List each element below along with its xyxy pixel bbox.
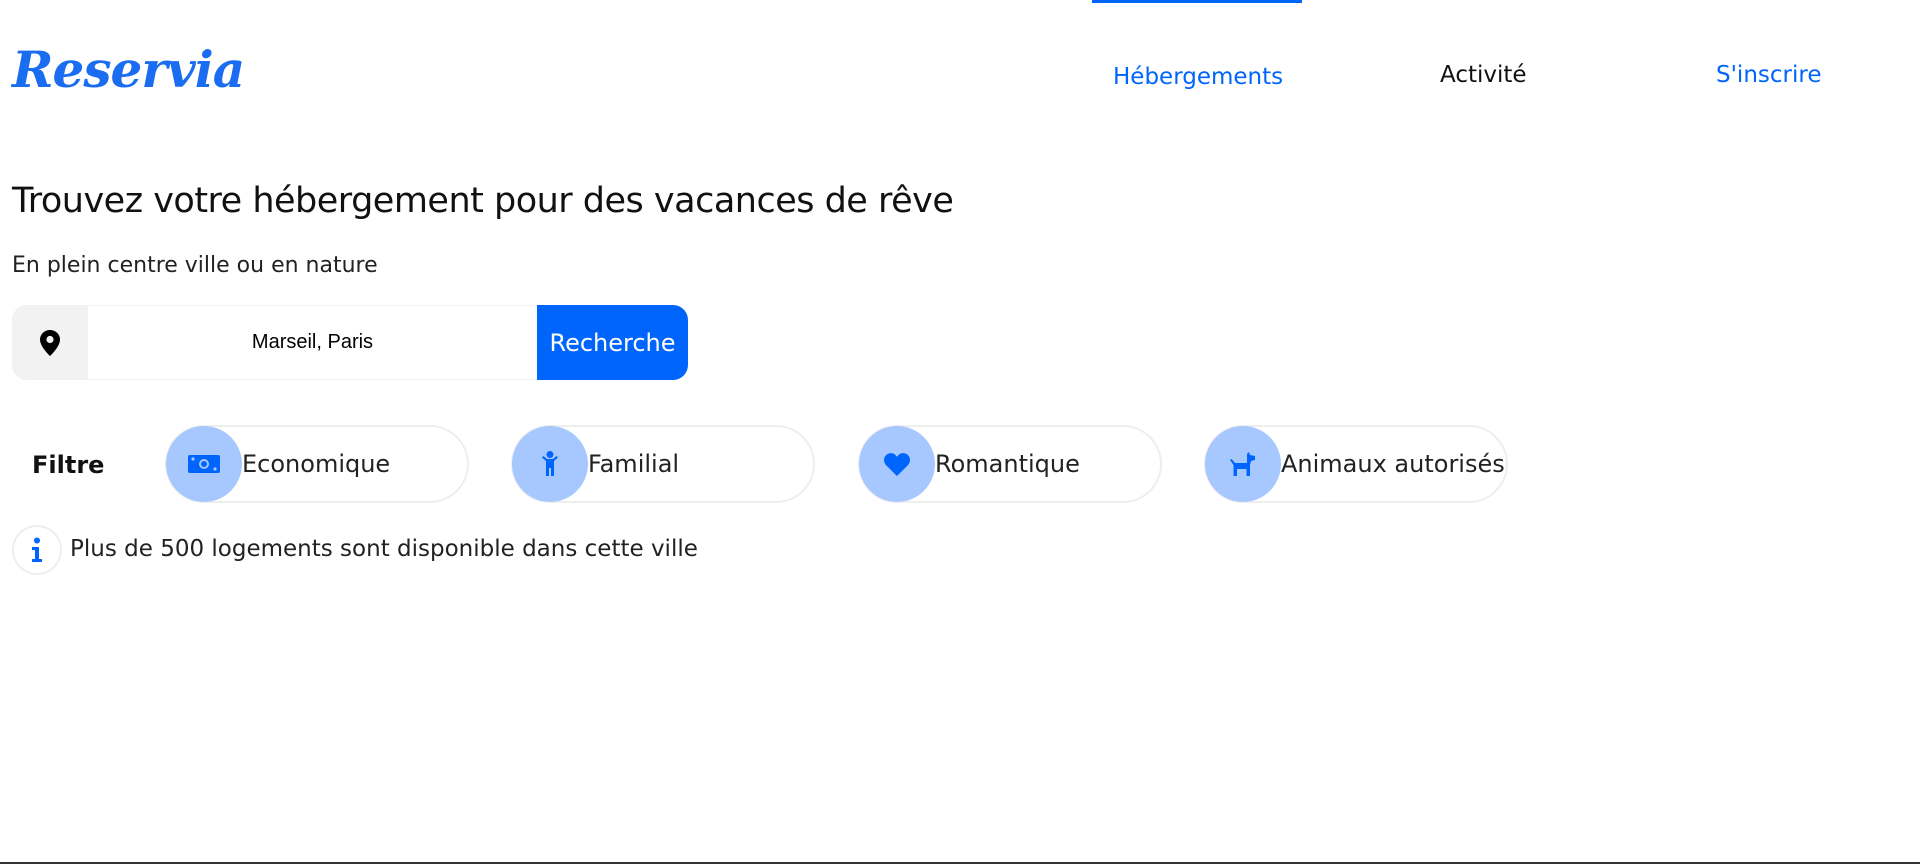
- filter-label-familial: Familial: [588, 450, 680, 478]
- logo[interactable]: Reservia: [12, 40, 245, 100]
- search-button[interactable]: Recherche: [537, 305, 688, 380]
- search-input[interactable]: [88, 305, 537, 380]
- filter-label-animaux: Animaux autorisés: [1281, 450, 1505, 478]
- nav-link-hebergements[interactable]: Hébergements: [1113, 62, 1283, 92]
- filter-animaux[interactable]: Animaux autorisés: [1204, 425, 1508, 503]
- filter-label: Filtre: [32, 451, 105, 479]
- search-bar: Recherche: [12, 305, 688, 380]
- filter-familial[interactable]: Familial: [511, 425, 815, 503]
- location-pin-icon: [12, 305, 88, 380]
- filter-economique[interactable]: Economique: [165, 425, 469, 503]
- page-title: Trouvez votre hébergement pour des vacan…: [12, 181, 954, 221]
- availability-info-text: Plus de 500 logements sont disponible da…: [70, 536, 698, 562]
- money-icon: [166, 426, 242, 502]
- page-subtitle: En plein centre ville ou en nature: [12, 253, 378, 278]
- info-icon: [12, 525, 62, 575]
- filter-romantique[interactable]: Romantique: [858, 425, 1162, 503]
- nav-active-indicator: [1092, 0, 1302, 3]
- dog-icon: [1205, 426, 1281, 502]
- filter-label-romantique: Romantique: [935, 450, 1080, 478]
- page: Reservia Hébergements Activité S'inscrir…: [0, 0, 1920, 865]
- child-icon: [512, 426, 588, 502]
- nav-link-activite[interactable]: Activité: [1440, 60, 1527, 90]
- heart-icon: [859, 426, 935, 502]
- filter-label-economique: Economique: [242, 450, 391, 478]
- divider: [0, 862, 1920, 864]
- nav-link-inscrire[interactable]: S'inscrire: [1716, 60, 1821, 90]
